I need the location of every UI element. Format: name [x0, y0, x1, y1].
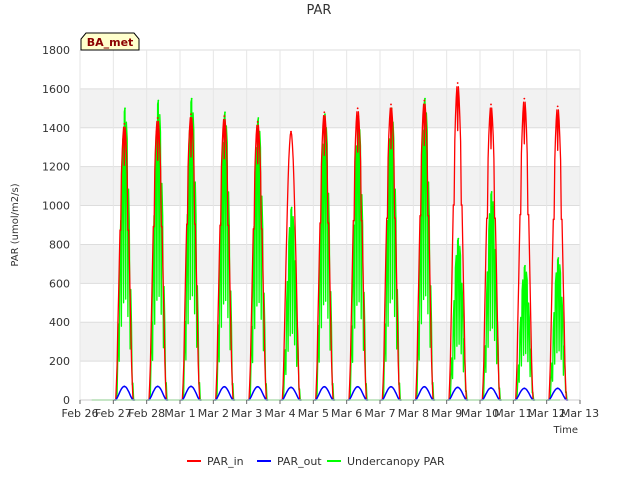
data-point [257, 117, 260, 119]
data-point [224, 111, 226, 114]
data-point [390, 385, 392, 388]
x-tick-label: Feb 28 [128, 407, 165, 420]
y-axis-label: PAR (umol/m2/s) [10, 183, 21, 266]
data-point [324, 113, 326, 116]
data-point [290, 130, 292, 133]
data-point [190, 97, 193, 100]
data-point [323, 385, 326, 388]
background-band [80, 88, 580, 128]
y-tick-label: 200 [49, 355, 70, 368]
x-tick-label: Mar 2 [198, 407, 229, 420]
data-point [390, 103, 392, 106]
data-point [423, 385, 426, 388]
data-point [490, 103, 492, 106]
data-point [256, 385, 259, 388]
data-point [124, 107, 126, 110]
data-point [356, 385, 359, 388]
x-tick-label: Mar 6 [331, 407, 362, 420]
legend-label: Undercanopy PAR [347, 455, 445, 468]
x-tick-label: Mar 5 [298, 407, 329, 420]
data-point [490, 387, 492, 389]
data-point [424, 97, 426, 100]
data-point [190, 113, 192, 116]
data-point [157, 99, 160, 102]
data-point [123, 385, 126, 388]
y-tick-label: 400 [49, 316, 70, 329]
y-tick-label: 0 [63, 394, 70, 407]
data-point [190, 385, 192, 388]
data-point [456, 82, 459, 84]
data-point [524, 264, 526, 267]
chart: PAR 0 200 400 600 800 1000 1200 1400 1600 1800 Fe… [10, 3, 599, 468]
data-point [523, 387, 526, 390]
y-tick-labels: 0 200 400 600 800 1000 1200 1400 1600 1800 [42, 44, 70, 407]
x-tick-label: Mar 1 [164, 407, 195, 420]
x-tick-label: Mar 4 [264, 407, 295, 420]
y-tick-label: 800 [49, 238, 70, 251]
x-tick-label: Mar 13 [561, 407, 599, 420]
annotation-badge-text: BA_met [87, 36, 134, 49]
legend-label: PAR_out [277, 455, 322, 468]
x-tick-label: Mar 8 [398, 407, 429, 420]
data-point [290, 206, 293, 209]
x-tick-label: Mar 7 [364, 407, 395, 420]
y-tick-label: 1800 [42, 44, 70, 57]
y-tick-label: 1200 [42, 161, 70, 174]
data-point [156, 117, 159, 119]
data-point [290, 386, 292, 389]
data-point [156, 385, 159, 388]
data-point [523, 97, 526, 100]
annotation-badge: BA_met [80, 32, 140, 51]
x-tick-label: Feb 26 [62, 407, 99, 420]
data-point [256, 121, 259, 123]
data-point [123, 122, 126, 125]
data-point [223, 385, 226, 388]
x-tick-labels: Feb 26Feb 27Feb 28 Mar 1 Mar 2 Mar 3 Mar 4 Ma… [62, 400, 599, 420]
chart-title: PAR [307, 3, 332, 18]
y-tick-label: 1400 [42, 122, 70, 135]
data-point [456, 386, 459, 389]
x-tick-label: Mar 9 [431, 407, 462, 420]
y-tick-label: 600 [49, 277, 70, 290]
data-point [490, 191, 493, 193]
data-point [323, 111, 326, 114]
legend: PAR_in PAR_out Undercanopy PAR [187, 455, 445, 468]
y-tick-label: 1000 [42, 200, 70, 213]
x-tick-label: Feb 27 [95, 407, 132, 420]
data-point [556, 387, 559, 390]
data-point [556, 105, 559, 108]
data-point [223, 115, 226, 118]
data-point [356, 107, 359, 110]
legend-label: PAR_in [207, 455, 244, 468]
x-axis-label: Time [553, 425, 578, 436]
data-point [557, 257, 560, 259]
y-tick-label: 1600 [42, 83, 70, 96]
data-point [423, 99, 426, 102]
x-tick-label: Mar 3 [231, 407, 262, 420]
data-point [457, 237, 460, 240]
